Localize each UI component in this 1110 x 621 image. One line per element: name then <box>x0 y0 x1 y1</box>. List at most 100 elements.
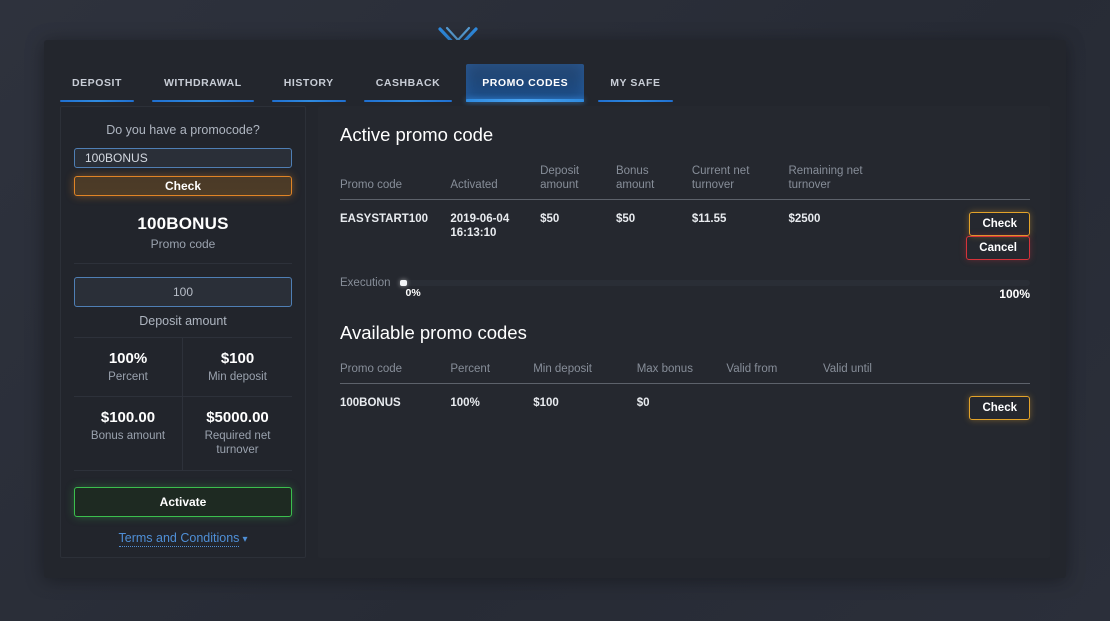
tab-promo-codes[interactable]: PROMO CODES <box>466 64 584 102</box>
stat-value: $5000.00 <box>187 409 288 426</box>
promocode-question: Do you have a promocode? <box>74 123 292 137</box>
col-deposit-amount: Deposit amount <box>540 164 616 200</box>
col-current-net-turnover: Current net turnover <box>692 164 789 200</box>
stat-value: $100.00 <box>78 409 178 426</box>
row-check-label: Check <box>982 217 1017 231</box>
terms-and-conditions-link[interactable]: Terms and Conditions▾ <box>74 531 292 545</box>
activate-button[interactable]: Activate <box>74 487 292 517</box>
stat-min-deposit: $100 Min deposit <box>183 338 292 397</box>
tab-label: PROMO CODES <box>482 77 568 89</box>
cell-percent: 100% <box>450 384 533 433</box>
table-row: EASYSTART100 2019-06-04 16:13:10 $50 $50… <box>340 200 1030 273</box>
cell-promo-code: EASYSTART100 <box>340 200 450 273</box>
col-min-deposit: Min deposit <box>533 362 637 384</box>
stat-value: 100% <box>78 350 178 367</box>
cell-remaining-net-turnover: $2500 <box>788 200 892 273</box>
col-valid-from: Valid from <box>726 362 823 384</box>
active-promo-title: Active promo code <box>340 124 1030 146</box>
tab-label: HISTORY <box>284 77 334 89</box>
stat-bonus-amount: $100.00 Bonus amount <box>74 397 183 471</box>
col-valid-until: Valid until <box>823 362 920 384</box>
tab-underline <box>272 100 346 102</box>
cell-current-net-turnover: $11.55 <box>692 200 789 273</box>
chevron-down-icon: ▾ <box>242 534 247 545</box>
promocode-input[interactable] <box>74 148 292 168</box>
tab-underline <box>364 100 452 102</box>
cell-deposit-amount: $50 <box>540 200 616 273</box>
content-row: Do you have a promocode? Check 100BONUS … <box>60 106 1050 558</box>
table-row: 100BONUS 100% $100 $0 Check <box>340 384 1030 433</box>
tab-underline <box>152 100 254 102</box>
active-promo-table: Promo code Activated Deposit amount Bonu… <box>340 164 1030 272</box>
row-cancel-button[interactable]: Cancel <box>966 236 1030 260</box>
cell-bonus-amount: $50 <box>616 200 692 273</box>
stat-required-net-turnover: $5000.00 Required net turnover <box>183 397 292 471</box>
deposit-amount-label: Deposit amount <box>74 314 292 328</box>
col-percent: Percent <box>450 362 533 384</box>
tab-label: DEPOSIT <box>72 77 122 89</box>
promo-codes-card: DEPOSIT WITHDRAWAL HISTORY CASHBACK PROM… <box>44 40 1066 578</box>
cell-valid-until <box>823 384 920 433</box>
execution-progress: Execution 0% 100% <box>340 276 1030 300</box>
col-promo-code: Promo code <box>340 164 450 200</box>
tab-deposit[interactable]: DEPOSIT <box>56 64 138 102</box>
promo-code-summary: 100BONUS Promo code <box>74 200 292 264</box>
row-check-label: Check <box>982 401 1017 415</box>
promo-main-panel: Active promo code Promo code Activated D… <box>318 106 1050 558</box>
col-bonus-amount: Bonus amount <box>616 164 692 200</box>
row-cancel-label: Cancel <box>979 241 1017 255</box>
stat-percent: 100% Percent <box>74 338 183 397</box>
check-promocode-button[interactable]: Check <box>74 176 292 196</box>
execution-label: Execution <box>340 276 391 289</box>
tab-label: WITHDRAWAL <box>164 77 242 89</box>
main-tabs: DEPOSIT WITHDRAWAL HISTORY CASHBACK PROM… <box>56 56 687 102</box>
execution-fill <box>400 280 407 286</box>
tab-underline <box>60 100 134 102</box>
bonus-stats-grid: 100% Percent $100 Min deposit $100.00 Bo… <box>74 338 292 471</box>
activate-button-label: Activate <box>160 495 207 509</box>
stat-label: Bonus amount <box>78 429 178 443</box>
tab-label: CASHBACK <box>376 77 440 89</box>
stat-label: Required net turnover <box>187 429 288 457</box>
execution-min-label: 0% <box>406 287 421 299</box>
table-header-row: Promo code Activated Deposit amount Bonu… <box>340 164 1030 200</box>
tab-cashback[interactable]: CASHBACK <box>360 64 456 102</box>
cell-min-deposit: $100 <box>533 384 637 433</box>
terms-link-label: Terms and Conditions <box>119 531 240 547</box>
sidebar-footer: Activate Terms and Conditions▾ <box>74 487 292 545</box>
promo-code-caption: Promo code <box>74 237 292 251</box>
cell-valid-from <box>726 384 823 433</box>
deposit-amount-block: Deposit amount <box>74 264 292 338</box>
promo-sidebar: Do you have a promocode? Check 100BONUS … <box>60 106 306 558</box>
col-activated: Activated <box>450 164 540 200</box>
col-remaining-net-turnover: Remaining net turnover <box>788 164 892 200</box>
execution-track <box>400 280 1030 286</box>
cell-activated: 2019-06-04 16:13:10 <box>450 200 540 273</box>
stat-label: Percent <box>78 370 178 384</box>
tab-my-safe[interactable]: MY SAFE <box>594 64 676 102</box>
promo-code-value: 100BONUS <box>74 214 292 234</box>
stat-value: $100 <box>187 350 288 367</box>
available-promo-title: Available promo codes <box>340 322 1030 344</box>
col-actions <box>920 362 1030 384</box>
col-max-bonus: Max bonus <box>637 362 727 384</box>
tab-underline <box>598 100 672 102</box>
execution-max-label: 100% <box>999 287 1030 301</box>
execution-bar[interactable]: 0% 100% <box>400 276 1030 300</box>
check-button-label: Check <box>165 179 201 193</box>
stat-label: Min deposit <box>187 370 288 384</box>
table-header-row: Promo code Percent Min deposit Max bonus… <box>340 362 1030 384</box>
cell-actions: Check <box>920 384 1030 433</box>
tab-label: MY SAFE <box>610 77 660 89</box>
tab-history[interactable]: HISTORY <box>268 64 350 102</box>
tab-underline <box>466 99 584 102</box>
deposit-amount-input[interactable] <box>74 277 292 307</box>
cell-actions: Check Cancel <box>892 200 1030 273</box>
row-check-button[interactable]: Check <box>969 396 1030 420</box>
cell-max-bonus: $0 <box>637 384 727 433</box>
tab-withdrawal[interactable]: WITHDRAWAL <box>148 64 258 102</box>
col-actions <box>892 164 1030 200</box>
col-promo-code: Promo code <box>340 362 450 384</box>
row-check-button[interactable]: Check <box>969 212 1030 236</box>
available-promo-table: Promo code Percent Min deposit Max bonus… <box>340 362 1030 432</box>
